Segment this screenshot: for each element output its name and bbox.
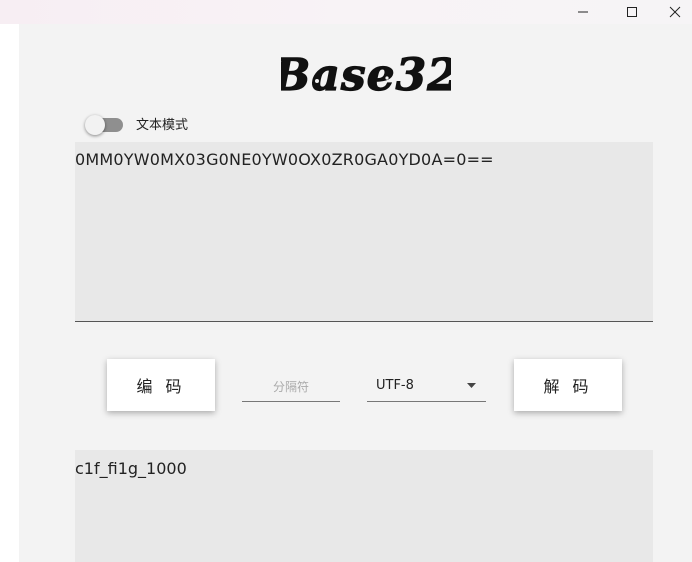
encode-button[interactable]: 编 码 bbox=[107, 359, 215, 411]
output-textarea[interactable]: c1f_fi1g_1000 bbox=[75, 450, 653, 562]
decode-button[interactable]: 解 码 bbox=[514, 359, 622, 411]
minimize-button[interactable] bbox=[560, 0, 606, 24]
close-icon bbox=[669, 6, 681, 18]
close-button[interactable] bbox=[658, 0, 692, 24]
app-logo-text: Base32 bbox=[281, 50, 451, 101]
toggle-thumb bbox=[85, 115, 105, 135]
charset-selected-value: UTF-8 bbox=[376, 378, 414, 393]
charset-select[interactable]: UTF-8 bbox=[367, 372, 486, 402]
caret-down-icon bbox=[467, 383, 476, 388]
maximize-button[interactable] bbox=[609, 0, 655, 24]
app-window: Base32 文本模式 0MM0YW0MX03G0NE0YW0OX0ZR0GA0… bbox=[19, 24, 692, 562]
text-mode-label: 文本模式 bbox=[136, 118, 189, 133]
text-mode-toggle[interactable] bbox=[85, 115, 125, 135]
separator-input[interactable]: 分隔符 bbox=[242, 372, 340, 402]
window-titlebar bbox=[0, 0, 692, 24]
input-textarea[interactable]: 0MM0YW0MX03G0NE0YW0OX0ZR0GA0YD0A=0== bbox=[75, 142, 653, 322]
maximize-icon bbox=[627, 7, 637, 17]
minimize-icon bbox=[578, 11, 588, 13]
app-logo: Base32 bbox=[281, 49, 451, 101]
